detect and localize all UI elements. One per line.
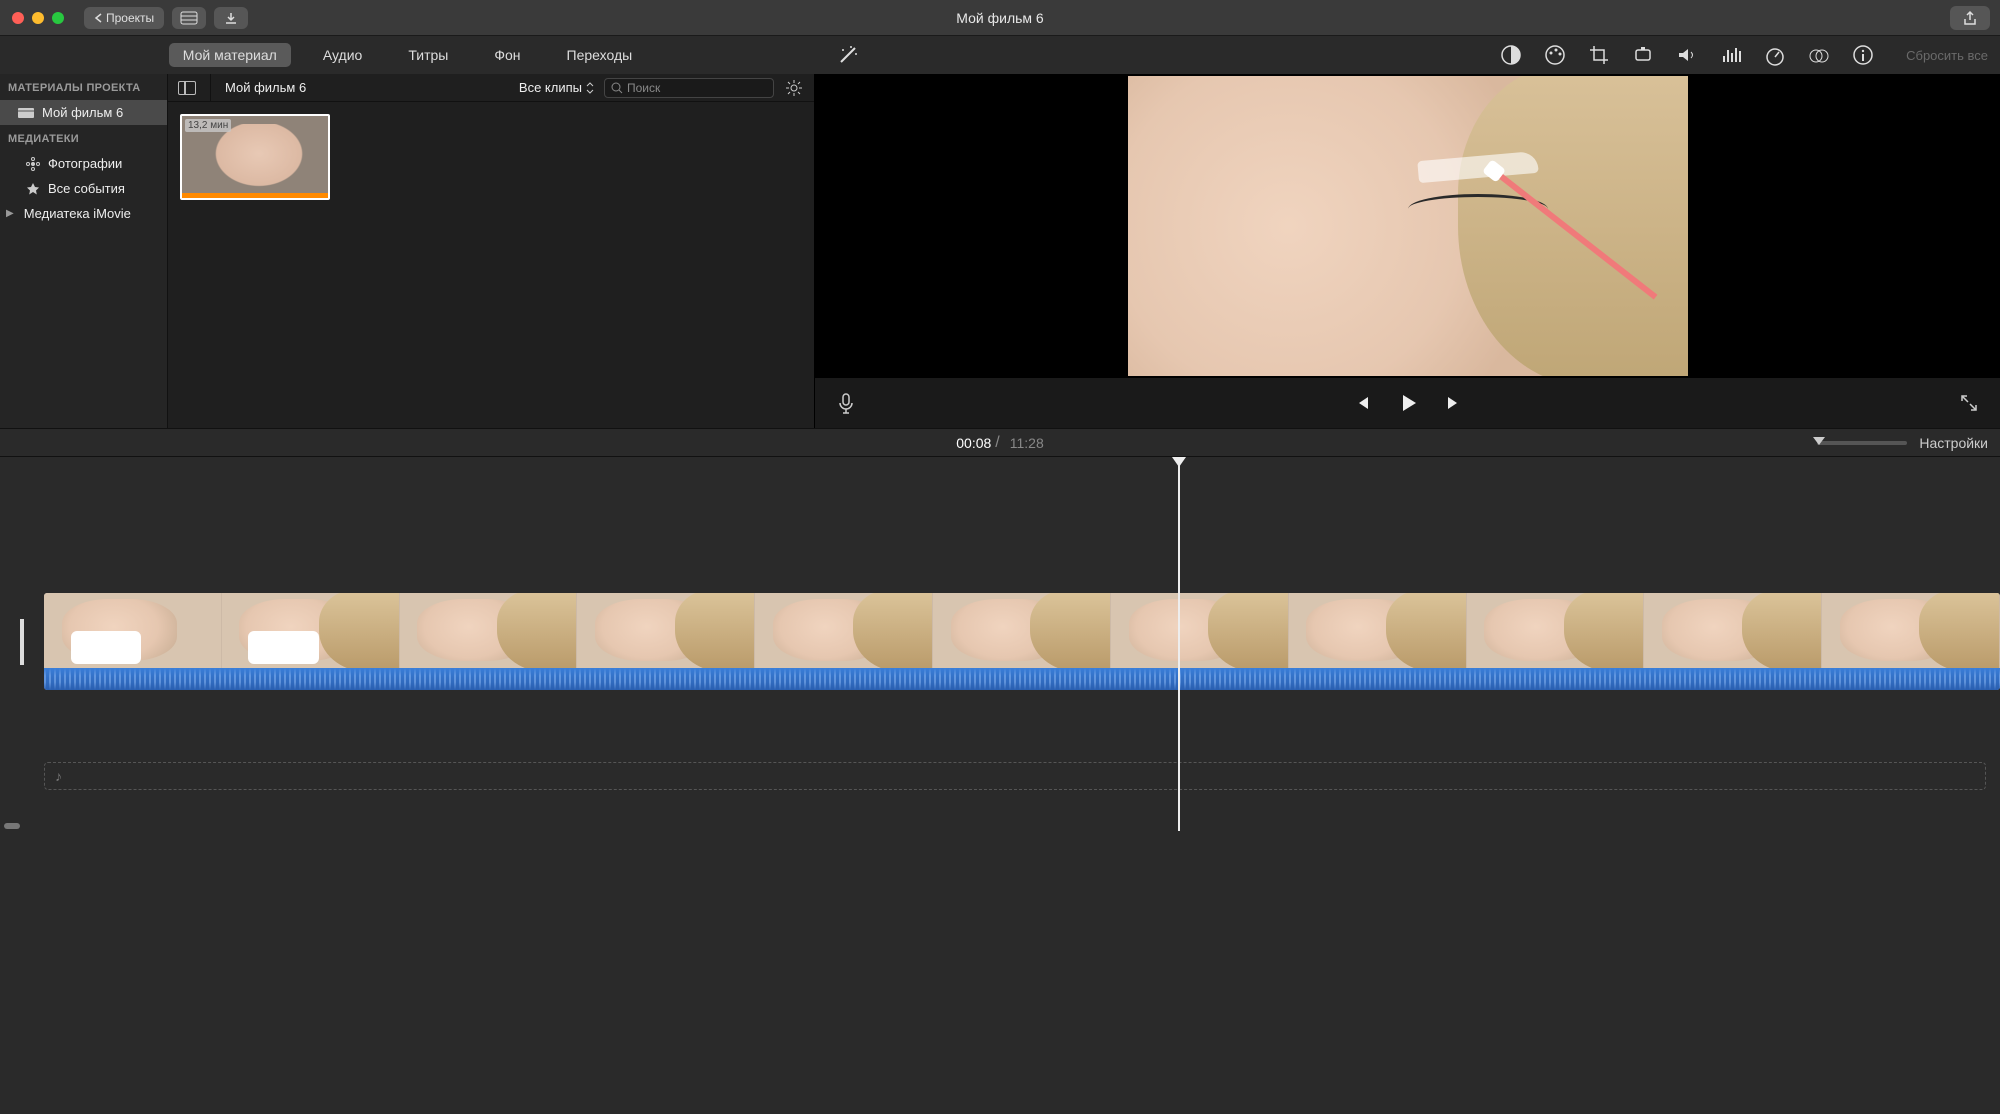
gear-icon <box>785 79 803 97</box>
info-icon[interactable] <box>1852 44 1874 66</box>
speed-icon[interactable] <box>1764 44 1786 66</box>
sidebar-item-all-events[interactable]: Все события <box>0 176 167 201</box>
tab-titles[interactable]: Титры <box>394 43 462 67</box>
share-icon <box>1963 10 1977 26</box>
horizontal-scrollbar[interactable] <box>4 823 20 829</box>
filmstrip-icon <box>180 11 198 25</box>
middle-split: МАТЕРИАЛЫ ПРОЕКТА Мой фильм 6 МЕДИАТЕКИ … <box>0 74 2000 428</box>
window-title: Мой фильм 6 <box>956 10 1043 26</box>
tab-audio[interactable]: Аудио <box>309 43 377 67</box>
sidebar-library-label: Медиатека iMovie <box>24 206 131 221</box>
search-placeholder: Поиск <box>627 81 660 95</box>
volume-icon[interactable] <box>1676 44 1698 66</box>
clips-filter-select[interactable]: Все клипы <box>519 80 594 95</box>
reset-all-button[interactable]: Сбросить все <box>1906 48 1988 63</box>
close-window-button[interactable] <box>12 12 24 24</box>
track-handle[interactable] <box>0 593 44 690</box>
balance-icon[interactable] <box>1500 44 1522 66</box>
updown-caret-icon <box>586 82 594 94</box>
preview-controls <box>815 378 2000 428</box>
sidebar-section-project: МАТЕРИАЛЫ ПРОЕКТА <box>0 74 167 100</box>
clip-thumbnail[interactable]: 13,2 мин <box>180 114 330 200</box>
search-icon <box>611 82 623 94</box>
timeline-clip[interactable] <box>44 593 2000 690</box>
timeline[interactable]: ♪ <box>0 456 2000 831</box>
color-palette-icon[interactable] <box>1544 44 1566 66</box>
sidebar-events-label: Все события <box>48 181 125 196</box>
fullscreen-button[interactable] <box>1956 392 1982 414</box>
download-import-button[interactable] <box>214 7 248 29</box>
tab-my-material[interactable]: Мой материал <box>169 43 291 67</box>
tab-transitions[interactable]: Переходы <box>553 43 647 67</box>
photos-flower-icon <box>26 157 40 171</box>
sidebar-photos-label: Фотографии <box>48 156 122 171</box>
equalizer-icon[interactable] <box>1720 44 1742 66</box>
chevron-left-icon <box>94 13 102 23</box>
stabilize-icon[interactable] <box>1632 44 1654 66</box>
tab-background[interactable]: Фон <box>480 43 534 67</box>
time-separator: / <box>995 434 999 452</box>
timecode-bar: 00:08 / 11:28 Настройки <box>0 428 2000 456</box>
preview-frame <box>1128 76 1688 376</box>
back-to-projects-button[interactable]: Проекты <box>84 7 164 29</box>
clip-audio-waveform[interactable] <box>44 668 2000 690</box>
next-frame-button[interactable] <box>1443 392 1465 414</box>
browser-settings-button[interactable] <box>784 78 804 98</box>
play-button[interactable] <box>1397 392 1419 414</box>
media-browser: Мой фильм 6 Все клипы Поиск 13,2 мин <box>168 74 815 428</box>
thumbnail-image <box>200 124 318 190</box>
enhance-wand-button[interactable] <box>837 44 859 66</box>
window-traffic-lights <box>12 12 64 24</box>
filters-overlap-icon[interactable] <box>1808 44 1830 66</box>
browser-toolbar: Мой фильм 6 Все клипы Поиск <box>168 74 814 102</box>
back-label: Проекты <box>106 11 154 25</box>
download-arrow-icon <box>224 11 238 25</box>
used-range-indicator <box>182 193 328 198</box>
sidebar-section-libraries: МЕДИАТЕКИ <box>0 125 167 151</box>
zoom-window-button[interactable] <box>52 12 64 24</box>
clapper-icon <box>18 108 34 118</box>
music-note-icon: ♪ <box>55 768 62 784</box>
preview-panel <box>815 74 2000 428</box>
share-button[interactable] <box>1950 6 1990 30</box>
clip-duration-badge: 13,2 мин <box>185 119 231 132</box>
toggle-sidebar-button[interactable] <box>178 81 196 95</box>
star-icon <box>26 182 40 196</box>
voiceover-mic-button[interactable] <box>833 392 859 414</box>
sidebar-item-project[interactable]: Мой фильм 6 <box>0 100 167 125</box>
crop-icon[interactable] <box>1588 44 1610 66</box>
preview-viewport[interactable] <box>815 74 2000 378</box>
clips-filter-label: Все клипы <box>519 80 582 95</box>
total-time: 11:28 <box>1010 435 1044 451</box>
media-import-button[interactable] <box>172 7 206 29</box>
prev-frame-button[interactable] <box>1351 392 1373 414</box>
sidebar-item-imovie-library[interactable]: ▶ Медиатека iMovie <box>0 201 167 226</box>
playhead[interactable] <box>1178 457 1180 831</box>
timeline-zoom-slider[interactable] <box>1817 441 1907 445</box>
background-audio-track[interactable]: ♪ <box>44 762 1986 790</box>
disclosure-triangle-icon[interactable]: ▶ <box>6 208 14 219</box>
titlebar: Проекты Мой фильм 6 <box>0 0 2000 36</box>
sidebar: МАТЕРИАЛЫ ПРОЕКТА Мой фильм 6 МЕДИАТЕКИ … <box>0 74 168 428</box>
browser-title: Мой фильм 6 <box>225 80 306 95</box>
search-input[interactable]: Поиск <box>604 78 774 98</box>
timeline-settings-button[interactable]: Настройки <box>1919 435 1988 451</box>
minimize-window-button[interactable] <box>32 12 44 24</box>
top-tab-row: Мой материал Аудио Титры Фон Переходы Сб… <box>0 36 2000 74</box>
sidebar-item-photos[interactable]: Фотографии <box>0 151 167 176</box>
divider <box>210 74 211 101</box>
current-time: 00:08 <box>956 435 991 451</box>
sidebar-project-label: Мой фильм 6 <box>42 105 123 120</box>
